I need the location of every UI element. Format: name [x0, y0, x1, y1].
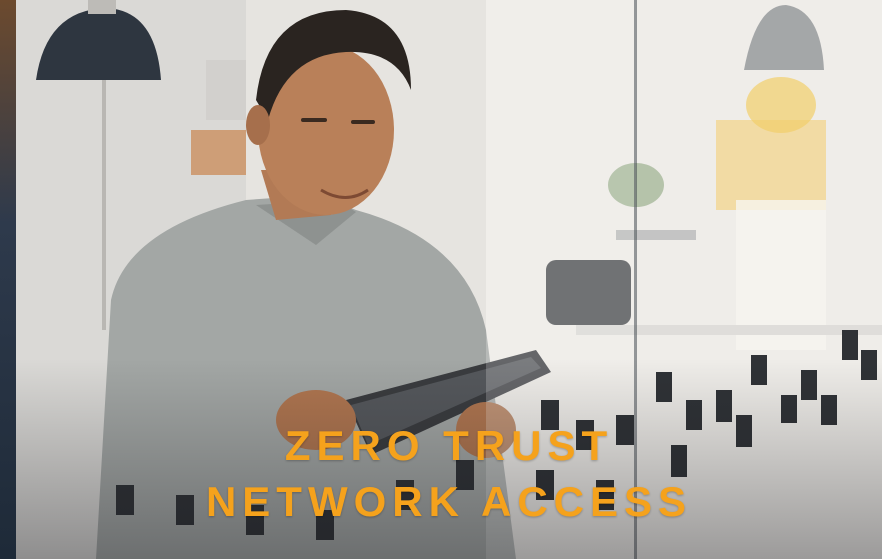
headline: ZERO TRUST NETWORK ACCESS — [16, 418, 882, 530]
hero-banner: ZERO TRUST NETWORK ACCESS — [0, 0, 882, 559]
headline-line-1: ZERO TRUST — [284, 422, 614, 469]
headline-line-2: NETWORK ACCESS — [205, 478, 693, 525]
background-edge-strip — [0, 0, 16, 559]
